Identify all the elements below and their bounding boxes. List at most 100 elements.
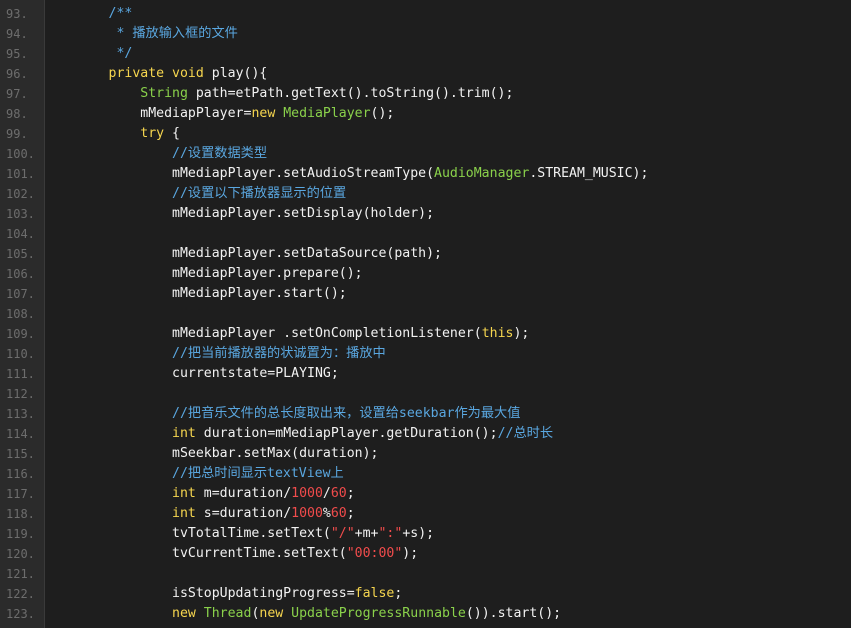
line-number: 114. <box>6 427 35 441</box>
line-number: 93. <box>6 7 28 21</box>
line-number: 98. <box>6 107 28 121</box>
line-number: 112. <box>6 387 35 401</box>
code-token-comment: //总时长 <box>497 426 554 441</box>
code-token-keyword: int <box>45 426 204 441</box>
code-token-comment: */ <box>45 46 133 61</box>
line-number: 97. <box>6 87 28 101</box>
code-line[interactable]: private void play(){ <box>45 64 851 84</box>
code-token-plain: (); <box>370 106 395 121</box>
line-number: 121. <box>6 567 35 581</box>
code-token-plain: tvCurrentTime.setText( <box>45 546 347 561</box>
code-line[interactable]: int duration=mMediapPlayer.getDuration()… <box>45 424 851 444</box>
code-token-plain: path=etPath.getText().toString().trim(); <box>195 86 514 101</box>
code-token-plain: ; <box>346 486 355 501</box>
code-line[interactable] <box>45 224 851 244</box>
code-line[interactable]: //把当前播放器的状诚置为：播放中 <box>45 344 851 364</box>
code-line[interactable] <box>45 384 851 404</box>
code-token-comment: * 播放输入框的文件 <box>45 26 238 41</box>
code-line[interactable]: */ <box>45 44 851 64</box>
code-line[interactable]: try { <box>45 124 851 144</box>
code-line[interactable]: //设置数据类型 <box>45 144 851 164</box>
code-token-number: 1000 <box>291 506 323 521</box>
code-token-number: 60 <box>330 506 347 521</box>
code-line[interactable]: int m=duration/1000/60; <box>45 484 851 504</box>
line-number: 109. <box>6 327 35 341</box>
code-token-type: AudioManager <box>434 166 530 181</box>
line-number: 108. <box>6 307 35 321</box>
code-token-plain: ); <box>402 546 419 561</box>
code-line[interactable]: String path=etPath.getText().toString().… <box>45 84 851 104</box>
code-line[interactable] <box>45 304 851 324</box>
code-line[interactable]: mMediapPlayer=new MediaPlayer(); <box>45 104 851 124</box>
code-token-plain: +s); <box>402 526 435 541</box>
code-token-plain: { <box>172 126 180 141</box>
line-number: 111. <box>6 367 35 381</box>
code-token-plain: duration=mMediapPlayer.getDuration(); <box>203 426 498 441</box>
code-token-plain: currentstate=PLAYING; <box>45 366 339 381</box>
code-token-keyword: int <box>45 506 204 521</box>
code-area[interactable]: /** * 播放输入框的文件 */ private void play(){ S… <box>45 0 851 628</box>
code-line[interactable]: mMediapPlayer.setAudioStreamType(AudioMa… <box>45 164 851 184</box>
code-token-plain: / <box>322 486 331 501</box>
code-line[interactable]: int s=duration/1000%60; <box>45 504 851 524</box>
line-number: 107. <box>6 287 35 301</box>
line-number: 123. <box>6 607 35 621</box>
code-token-keyword: new <box>251 106 284 121</box>
code-token-plain: play(){ <box>211 66 268 81</box>
code-token-comment: //把音乐文件的总长度取出来，设置给seekbar作为最大值 <box>45 406 521 421</box>
code-line[interactable]: mMediapPlayer.setDisplay(holder); <box>45 204 851 224</box>
code-token-keyword: new <box>45 606 204 621</box>
code-token-plain: .STREAM_MUSIC); <box>529 166 649 181</box>
code-token-comment: //设置数据类型 <box>45 146 268 161</box>
line-number: 122. <box>6 587 35 601</box>
code-line[interactable]: tvTotalTime.setText("/"+m+":"+s); <box>45 524 851 544</box>
line-number: 115. <box>6 447 35 461</box>
code-line[interactable]: * 播放输入框的文件 <box>45 24 851 44</box>
code-line[interactable]: mSeekbar.setMax(duration); <box>45 444 851 464</box>
code-token-plain: % <box>322 506 331 521</box>
code-token-keyword: new <box>259 606 292 621</box>
line-number: 105. <box>6 247 35 261</box>
code-token-plain: mSeekbar.setMax(duration); <box>45 446 379 461</box>
line-number: 113. <box>6 407 35 421</box>
code-token-type: MediaPlayer <box>283 106 371 121</box>
code-line[interactable]: new Thread(new UpdateProgressRunnable())… <box>45 604 851 624</box>
code-line[interactable]: isStopUpdatingProgress=false; <box>45 584 851 604</box>
code-line[interactable] <box>45 564 851 584</box>
code-token-plain: mMediapPlayer.prepare(); <box>45 266 363 281</box>
code-line[interactable]: mMediapPlayer.start(); <box>45 284 851 304</box>
code-line[interactable]: //设置以下播放器显示的位置 <box>45 184 851 204</box>
code-token-plain: ); <box>513 326 530 341</box>
code-line[interactable]: mMediapPlayer.setDataSource(path); <box>45 244 851 264</box>
code-token-number: 60 <box>330 486 347 501</box>
code-line[interactable]: //把音乐文件的总长度取出来，设置给seekbar作为最大值 <box>45 404 851 424</box>
code-line[interactable]: mMediapPlayer .setOnCompletionListener(t… <box>45 324 851 344</box>
code-editor[interactable]: 93. 94. 95. 96. 97. 98. 99. 100. 101. 102. 103. 104… <box>0 0 851 628</box>
code-token-plain: s=duration/ <box>203 506 292 521</box>
code-token-plain: tvTotalTime.setText( <box>45 526 331 541</box>
code-token-keyword: private <box>45 66 173 81</box>
line-number: 117. <box>6 487 35 501</box>
line-number: 118. <box>6 507 35 521</box>
code-line[interactable]: currentstate=PLAYING; <box>45 364 851 384</box>
line-number: 116. <box>6 467 35 481</box>
code-token-comment: //设置以下播放器显示的位置 <box>45 186 347 201</box>
code-token-string: "00:00" <box>346 546 403 561</box>
line-number-gutter: 93. 94. 95. 96. 97. 98. 99. 100. 101. 102. 103. 104… <box>0 0 45 628</box>
code-token-plain: mMediapPlayer.start(); <box>45 286 347 301</box>
code-line[interactable]: mMediapPlayer.prepare(); <box>45 264 851 284</box>
code-line[interactable]: /** <box>45 4 851 24</box>
code-token-plain: ()).start(); <box>465 606 562 621</box>
code-line[interactable]: //把总时间显示textView上 <box>45 464 851 484</box>
line-number: 94. <box>6 27 28 41</box>
code-token-plain: +m+ <box>354 526 379 541</box>
code-token-plain: ; <box>346 506 355 521</box>
line-number: 104. <box>6 227 35 241</box>
line-number: 119. <box>6 527 35 541</box>
line-number: 95. <box>6 47 28 61</box>
line-number: 101. <box>6 167 35 181</box>
code-token-plain: m=duration/ <box>203 486 292 501</box>
code-token-keyword: false <box>354 586 395 601</box>
code-line[interactable]: tvCurrentTime.setText("00:00"); <box>45 544 851 564</box>
line-number: 100. <box>6 147 35 161</box>
